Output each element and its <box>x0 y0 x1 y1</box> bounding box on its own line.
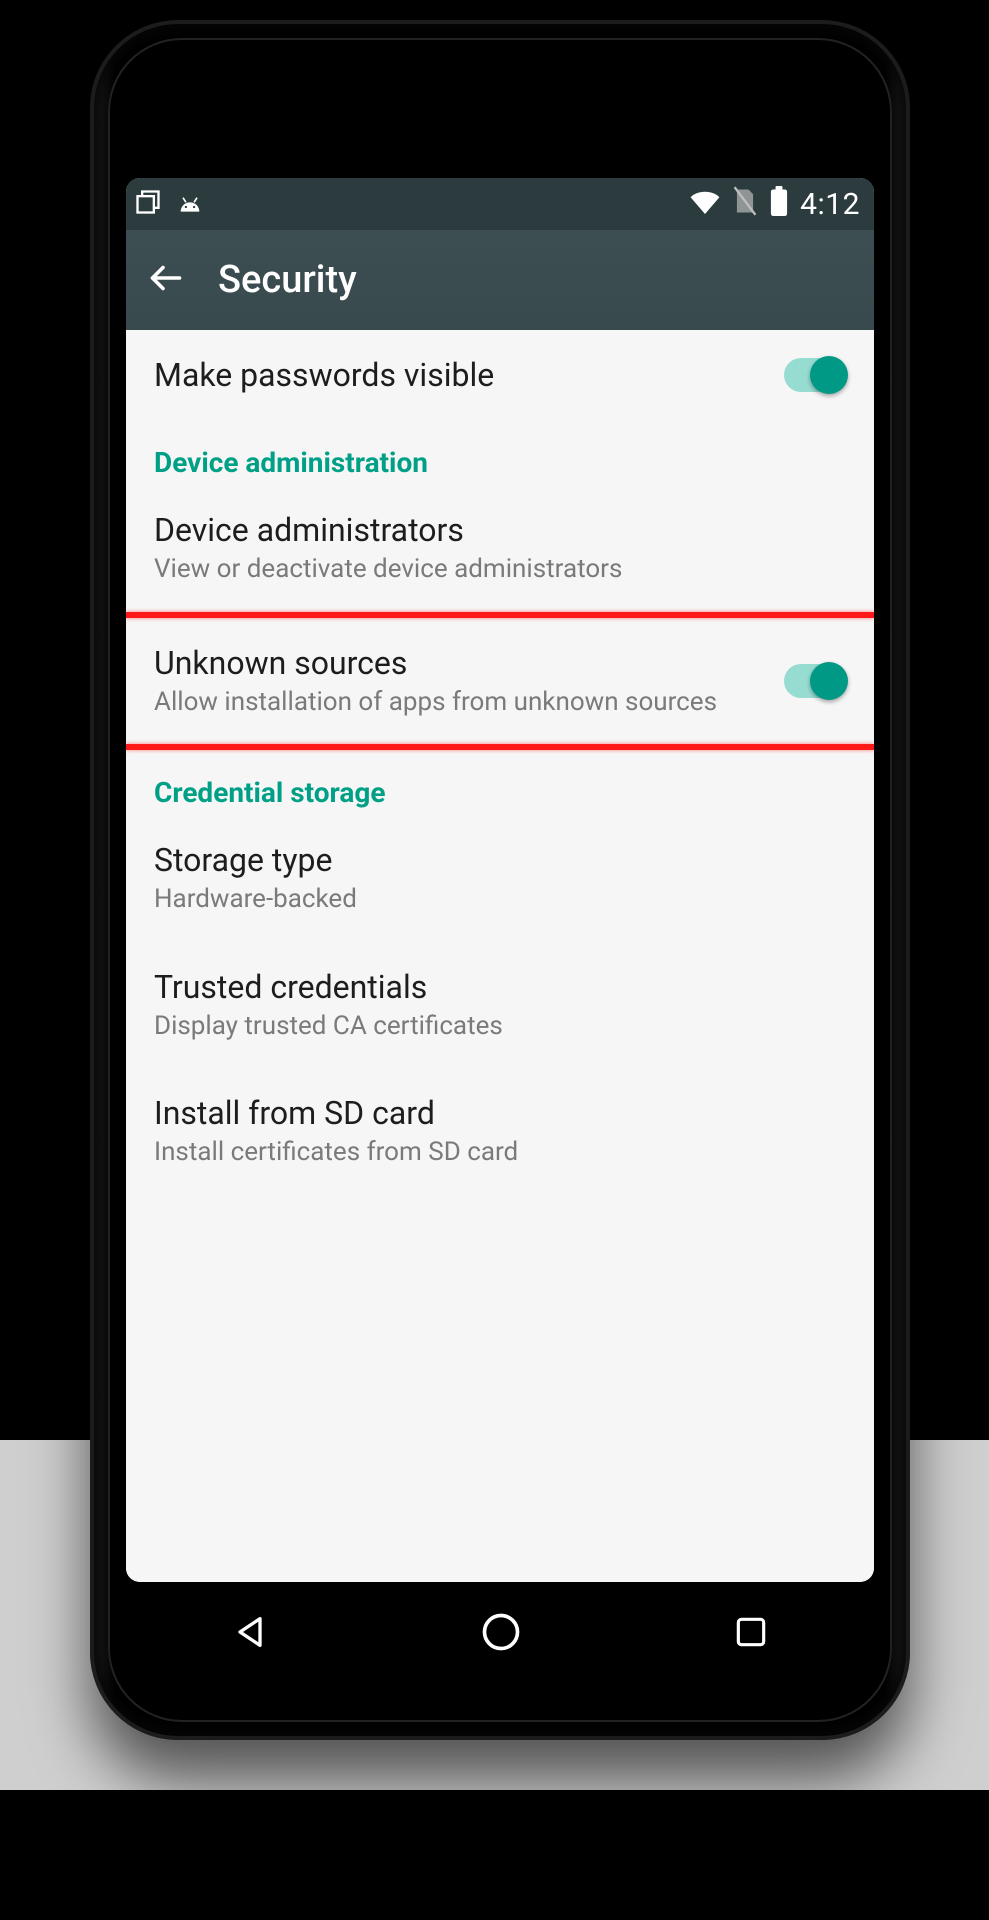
row-storage-type[interactable]: Storage type Hardware-backed <box>126 815 874 942</box>
row-device-administrators[interactable]: Device administrators View or deactivate… <box>126 485 874 612</box>
row-title: Device administrators <box>154 511 846 549</box>
settings-list[interactable]: Make passwords visible Device administra… <box>126 330 874 1582</box>
screenshot-icon <box>134 188 162 220</box>
nav-recents-button[interactable] <box>732 1613 770 1651</box>
back-button[interactable] <box>148 260 184 300</box>
toggle-unknown-sources[interactable] <box>784 664 846 698</box>
phone-frame: 4:12 Security Make passwords visible <box>90 20 910 1740</box>
app-bar: Security <box>126 230 874 330</box>
row-subtitle: Install certificates from SD card <box>154 1136 846 1169</box>
row-title: Storage type <box>154 841 846 879</box>
row-trusted-credentials[interactable]: Trusted credentials Display trusted CA c… <box>126 942 874 1069</box>
row-subtitle: Display trusted CA certificates <box>154 1010 846 1043</box>
row-title: Make passwords visible <box>154 356 764 394</box>
row-title: Trusted credentials <box>154 968 846 1006</box>
row-make-passwords-visible[interactable]: Make passwords visible <box>126 330 874 420</box>
row-install-from-sd[interactable]: Install from SD card Install certificate… <box>126 1068 874 1195</box>
row-title: Install from SD card <box>154 1094 846 1132</box>
navigation-bar <box>126 1582 874 1682</box>
status-time: 4:12 <box>800 187 860 222</box>
page-title: Security <box>218 258 357 302</box>
battery-icon <box>770 186 788 223</box>
row-unknown-sources[interactable]: Unknown sources Allow installation of ap… <box>126 618 874 745</box>
row-subtitle: View or deactivate device administrators <box>154 553 846 586</box>
wifi-icon <box>690 188 720 221</box>
status-bar: 4:12 <box>126 178 874 230</box>
toggle-passwords-visible[interactable] <box>784 358 846 392</box>
no-sim-icon <box>732 186 758 223</box>
row-subtitle: Hardware-backed <box>154 883 846 916</box>
section-device-administration: Device administration <box>126 420 874 485</box>
row-title: Unknown sources <box>154 644 764 682</box>
screen: 4:12 Security Make passwords visible <box>126 178 874 1582</box>
nav-home-button[interactable] <box>479 1610 523 1654</box>
row-subtitle: Allow installation of apps from unknown … <box>154 686 764 719</box>
nav-back-button[interactable] <box>230 1612 270 1652</box>
section-credential-storage: Credential storage <box>126 750 874 815</box>
android-icon <box>176 193 204 216</box>
